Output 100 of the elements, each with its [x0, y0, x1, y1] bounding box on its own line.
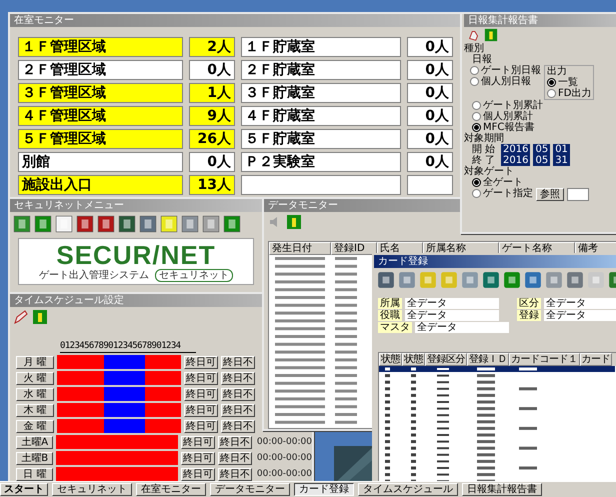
window-title: カード登録	[374, 255, 616, 268]
column-header[interactable]: 登録区分	[425, 353, 467, 366]
window-title: 日報集計報告書	[464, 14, 616, 27]
allow-all-day-button[interactable]: 終日可	[180, 468, 215, 480]
time-range: 00:00-00:00	[256, 453, 312, 463]
logo: SECUR/NET	[56, 241, 216, 269]
filter-label: 役職	[378, 310, 402, 321]
day-button[interactable]: 木 曜	[16, 404, 54, 416]
day-button[interactable]: 金 曜	[16, 420, 54, 432]
report-type-radio[interactable]: 個人別累計	[472, 111, 533, 122]
day-button[interactable]: 月 曜	[16, 356, 54, 368]
day-button[interactable]: 土曜B	[16, 452, 54, 464]
gate-radio[interactable]: ゲート指定	[472, 188, 533, 199]
day-button[interactable]: 土曜A	[16, 436, 54, 448]
taskbar-item[interactable]: タイムスケジュール	[358, 483, 458, 496]
output-radio[interactable]: FD出力	[547, 88, 592, 99]
window-title: セキュリネットメニュー	[10, 199, 262, 212]
area-name: ４Ｆ管理区域	[18, 106, 183, 126]
report-type-radio[interactable]: MFC報告書	[472, 122, 534, 133]
column-header[interactable]: 登録ID	[331, 242, 377, 255]
allow-all-day-button[interactable]: 終日可	[184, 388, 218, 400]
column-header[interactable]: 状態	[379, 353, 402, 366]
time-range: 00:00-00:00	[256, 437, 312, 447]
area-name: ５Ｆ貯蔵室	[241, 129, 401, 149]
area-name: １Ｆ管理区域	[18, 37, 183, 57]
deny-all-day-button[interactable]: 終日不	[218, 468, 252, 480]
filter-label: 所属	[378, 298, 402, 309]
gate-radio[interactable]: 全ゲート	[472, 177, 523, 188]
filter-label: マスタ	[378, 322, 412, 333]
allow-all-day-button[interactable]: 終日可	[184, 404, 218, 416]
filter-label: 登録	[517, 310, 541, 321]
area-name: ２Ｆ管理区域	[18, 60, 183, 80]
period-label: 対象期間	[464, 133, 505, 144]
column-header[interactable]: カードコード１	[509, 353, 580, 366]
column-header[interactable]: 発生日付	[269, 242, 331, 255]
report-type-radio[interactable]: ゲート別累計	[472, 100, 543, 111]
browse-button[interactable]: 参照	[536, 188, 564, 201]
deny-all-day-button[interactable]: 終日不	[221, 404, 255, 416]
area-name: Ｐ２実験室	[241, 152, 401, 172]
filter-field[interactable]: 全データ	[405, 298, 499, 309]
report-type-radio[interactable]: ゲート別日報	[470, 65, 541, 76]
people-count: 1人	[189, 83, 235, 103]
area-name: ２Ｆ貯蔵室	[241, 60, 401, 80]
filter-field[interactable]: 全データ	[544, 310, 616, 321]
area-name: ３Ｆ貯蔵室	[241, 83, 401, 103]
month-field[interactable]: 05	[533, 144, 550, 155]
area-name: ４Ｆ貯蔵室	[241, 106, 401, 126]
output-radio[interactable]: 一覧	[547, 77, 592, 88]
daily-label: 日報	[472, 54, 493, 65]
allow-all-day-button[interactable]: 終日可	[184, 420, 218, 432]
filter-field[interactable]: 全データ	[544, 298, 616, 309]
year-field[interactable]: 2016	[501, 144, 530, 155]
start-button[interactable]: スタート	[0, 483, 48, 496]
deny-all-day-button[interactable]: 終日不	[218, 436, 252, 448]
people-count: 0人	[407, 152, 453, 172]
column-header[interactable]: 状態	[402, 353, 425, 366]
allow-all-day-button[interactable]: 終日可	[184, 372, 218, 384]
people-count: 0人	[189, 152, 235, 172]
hour-ruler: 0123456789012345678901234	[60, 341, 196, 353]
day-button[interactable]: 火 曜	[16, 372, 54, 384]
taskbar-item[interactable]: セキュリネット	[52, 483, 132, 496]
column-header[interactable]: カード	[580, 353, 612, 366]
taskbar-item[interactable]: 在室モニター	[136, 483, 206, 496]
filter-field[interactable]: 全データ	[415, 322, 509, 333]
logo-badge: セキュリネット	[155, 269, 233, 282]
day-field[interactable]: 01	[553, 144, 570, 155]
year-field[interactable]: 2016	[501, 155, 530, 166]
area-name: 別館	[18, 152, 183, 172]
day-button[interactable]: 日 曜	[16, 468, 54, 480]
filter-field[interactable]: 全データ	[405, 310, 499, 321]
people-count: 0人	[407, 60, 453, 80]
day-button[interactable]: 水 曜	[16, 388, 54, 400]
period-row-label: 終 了	[472, 155, 496, 166]
period-row-label: 開 始	[472, 144, 496, 155]
people-count: 0人	[407, 83, 453, 103]
filter-label: 区分	[517, 298, 541, 309]
deny-all-day-button[interactable]: 終日不	[218, 452, 252, 464]
allow-all-day-button[interactable]: 終日可	[180, 452, 215, 464]
area-name: ３Ｆ管理区域	[18, 83, 183, 103]
window-title: 在室モニター	[10, 14, 460, 27]
deny-all-day-button[interactable]: 終日不	[221, 356, 255, 368]
area-name: ５Ｆ管理区域	[18, 129, 183, 149]
report-type-radio[interactable]: 個人別日報	[470, 76, 531, 87]
column-header[interactable]: 登録ＩＤ	[467, 353, 509, 366]
deny-all-day-button[interactable]: 終日不	[221, 420, 255, 432]
area-name: １Ｆ貯蔵室	[241, 37, 401, 57]
month-field[interactable]: 05	[533, 155, 550, 166]
allow-all-day-button[interactable]: 終日可	[184, 356, 218, 368]
deny-all-day-button[interactable]: 終日不	[221, 372, 255, 384]
taskbar-item[interactable]: データモニター	[210, 483, 290, 496]
day-field[interactable]: 31	[553, 155, 570, 166]
people-count: 9人	[189, 106, 235, 126]
people-count: 0人	[407, 129, 453, 149]
people-count: 26人	[189, 129, 235, 149]
people-count: 13人	[189, 175, 235, 195]
deny-all-day-button[interactable]: 終日不	[221, 388, 255, 400]
allow-all-day-button[interactable]: 終日可	[180, 436, 215, 448]
taskbar-item[interactable]: 日報集計報告書	[462, 483, 542, 496]
gate-label: 対象ゲート	[464, 166, 515, 177]
taskbar-item[interactable]: カード登録	[294, 483, 354, 496]
